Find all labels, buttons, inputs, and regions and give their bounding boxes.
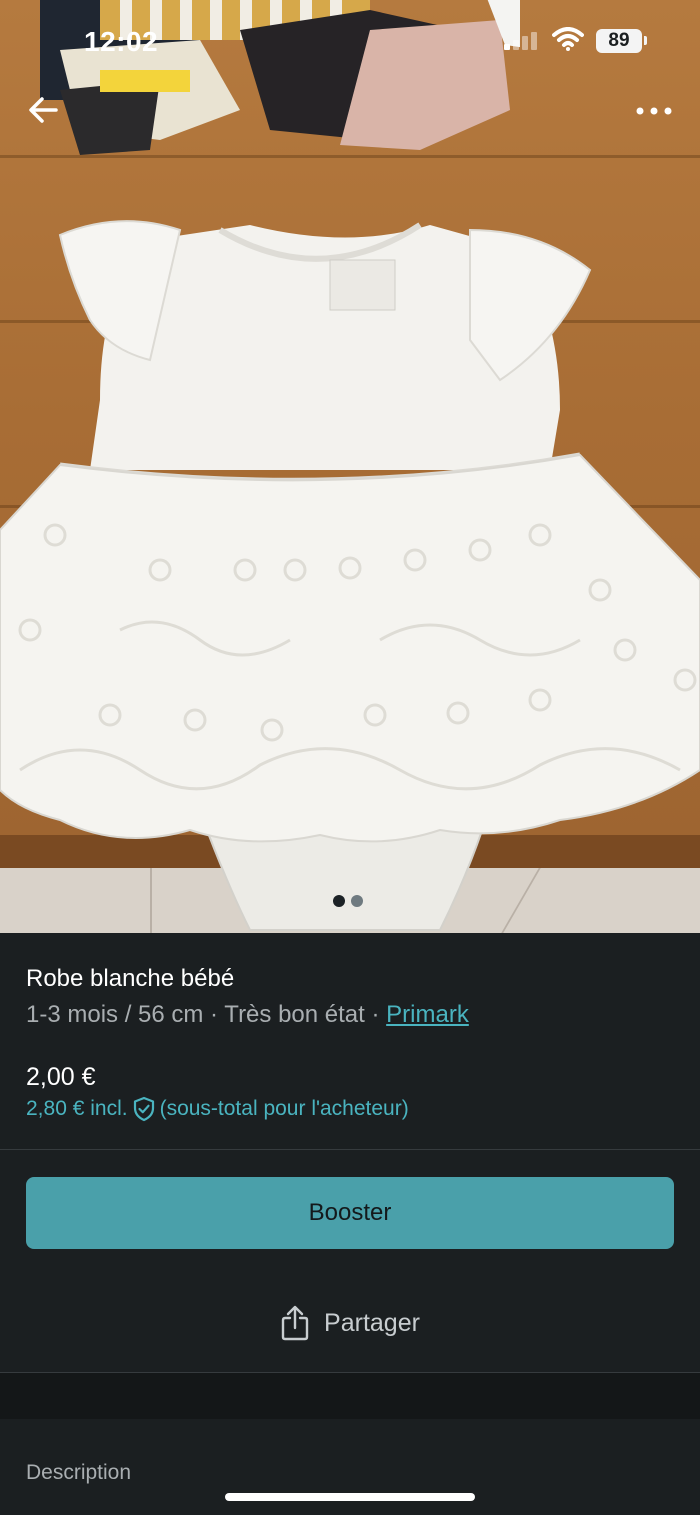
shield-check-icon — [133, 1096, 154, 1122]
home-indicator[interactable] — [225, 1493, 475, 1501]
item-price: 2,00 € — [26, 1063, 96, 1091]
share-icon — [281, 1305, 309, 1341]
section-gap — [0, 1373, 700, 1419]
battery-tip — [644, 36, 647, 45]
brand-link[interactable]: Primark — [386, 1001, 469, 1028]
share-button[interactable]: Partager — [0, 1293, 700, 1353]
share-label: Partager — [324, 1308, 420, 1337]
price-incl-value: 2,80 € incl. — [26, 1097, 128, 1120]
meta-separator: · — [203, 1001, 225, 1028]
description-heading: Description — [26, 1461, 132, 1484]
carousel-dot[interactable] — [351, 895, 363, 907]
divider — [0, 1149, 700, 1150]
item-size: 1-3 mois / 56 cm — [26, 1001, 204, 1028]
status-bar: 12:02 89 — [0, 0, 700, 80]
item-photo-carousel[interactable]: 12:02 89 — [0, 0, 700, 933]
back-arrow-icon[interactable] — [26, 92, 66, 128]
status-time: 12:02 — [84, 26, 159, 57]
more-options-icon[interactable] — [630, 96, 678, 126]
wifi-icon — [552, 27, 584, 51]
item-condition: Très bon état — [224, 1001, 365, 1028]
price-with-protection[interactable]: 2,80 € incl. (sous-total pour l'acheteur… — [26, 1096, 409, 1122]
cellular-signal-icon — [504, 32, 537, 50]
item-meta: 1-3 mois / 56 cm · Très bon état · Prima… — [26, 1001, 469, 1029]
item-title: Robe blanche bébé — [26, 965, 235, 992]
carousel-page-dots — [333, 895, 363, 907]
carousel-dot-active[interactable] — [333, 895, 345, 907]
price-note: (sous-total pour l'acheteur) — [159, 1097, 409, 1120]
booster-button[interactable]: Booster — [26, 1177, 674, 1249]
white-dress-image — [0, 220, 700, 931]
meta-separator: · — [364, 1001, 387, 1028]
battery-indicator: 89 — [596, 29, 642, 53]
